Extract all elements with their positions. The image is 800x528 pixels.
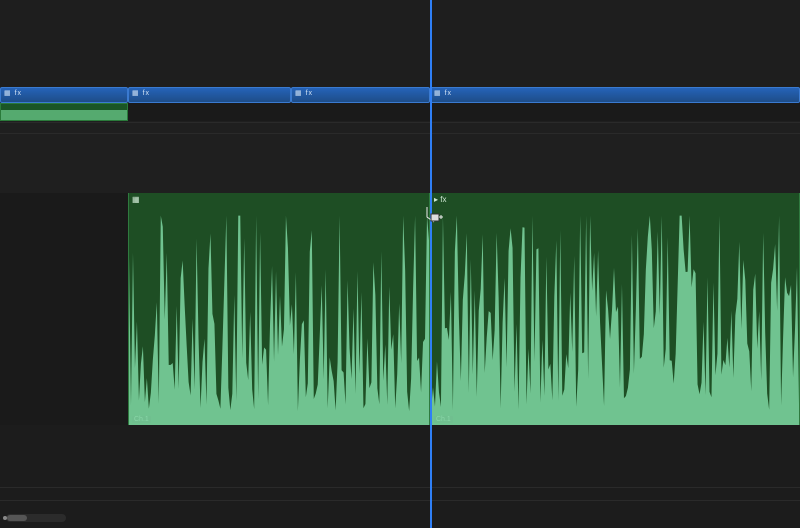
clip-fx-badge: ▦ fx <box>295 89 313 97</box>
video-clip[interactable]: ▦ fx <box>430 87 800 103</box>
thumbnail-waveform <box>1 110 127 120</box>
video-clip[interactable]: ▦ fx <box>291 87 430 103</box>
audio-track[interactable]: ▦Ch.1▸ fxCh.1 <box>0 193 800 425</box>
clip-settings-icon: ▦ <box>4 90 15 97</box>
clip-settings-icon: ▦ <box>295 90 306 97</box>
audio-clip[interactable]: ▦Ch.1 <box>128 193 430 425</box>
clip-settings-icon: ▦ <box>132 90 143 97</box>
audio-waveform <box>129 193 429 425</box>
scrollbar-thumb[interactable] <box>7 515 27 521</box>
track-divider <box>0 500 800 501</box>
thumbnail-strip <box>0 103 800 121</box>
timeline-bottom-empty <box>0 425 800 528</box>
video-clip[interactable]: ▦ fx <box>0 87 128 103</box>
timeline-gap <box>0 121 800 193</box>
track-divider <box>0 122 800 123</box>
horizontal-scrollbar[interactable] <box>6 514 66 522</box>
video-clip[interactable]: ▦ fx <box>128 87 291 103</box>
timeline-area[interactable]: ▦ fx ▦ fx ▦ fx ▦ fx ▦Ch.1▸ fxCh.1 <box>0 0 800 528</box>
audio-clip[interactable]: ▸ fxCh.1 <box>430 193 800 425</box>
timeline-top-empty <box>0 0 800 87</box>
thumbnail-clip[interactable] <box>0 103 128 121</box>
clip-fx-badge: ▦ fx <box>434 89 452 97</box>
track-divider <box>0 487 800 488</box>
clip-fx-badge: ▦ fx <box>132 89 150 97</box>
clip-settings-icon: ▦ <box>434 90 445 97</box>
audio-waveform <box>431 193 799 425</box>
video-track[interactable]: ▦ fx ▦ fx ▦ fx ▦ fx <box>0 87 800 103</box>
clip-fx-badge: ▦ fx <box>4 89 22 97</box>
track-divider <box>0 133 800 134</box>
